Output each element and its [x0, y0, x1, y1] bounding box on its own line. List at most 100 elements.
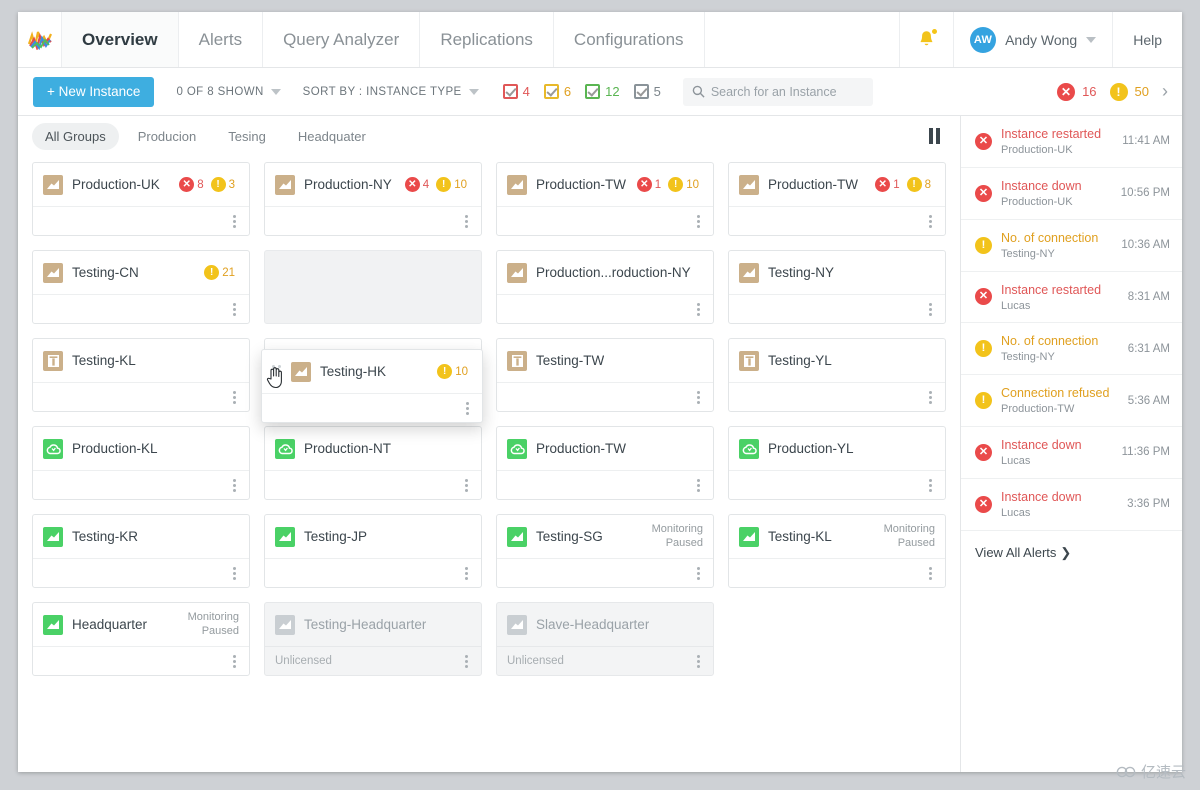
search-box [682, 77, 873, 106]
filter-offline[interactable]: 5 [633, 84, 661, 99]
sort-by-dropdown[interactable]: SORT BY : INSTANCE TYPE [303, 86, 479, 98]
instance-card[interactable]: Testing-YL [728, 338, 946, 412]
card-menu-icon[interactable] [926, 300, 935, 319]
nav-tab-label: Replications [440, 29, 533, 49]
notifications-button[interactable] [900, 12, 955, 67]
nav-tab-alerts[interactable]: Alerts [179, 12, 264, 67]
instance-card[interactable]: Production-TW ✕ 1! 10 [496, 162, 714, 236]
instance-type-icon [507, 262, 527, 283]
group-tab-headquater[interactable]: Headquater [285, 123, 379, 150]
pause-icon[interactable] [923, 124, 946, 148]
group-tab-all-groups[interactable]: All Groups [32, 122, 119, 150]
card-menu-icon[interactable] [462, 476, 471, 495]
nav-tab-label: Alerts [198, 29, 243, 49]
filter-critical[interactable]: 4 [502, 84, 530, 99]
shown-count-label: 0 OF 8 SHOWN [176, 85, 264, 98]
instance-card[interactable]: Testing-Headquarter Unlicensed [264, 602, 482, 676]
group-tab-label: All Groups [45, 128, 106, 144]
search-input[interactable] [682, 77, 873, 106]
card-menu-icon[interactable] [694, 476, 703, 495]
filter-ok[interactable]: 12 [585, 84, 620, 99]
instance-card[interactable]: Production-TW ✕ 1! 8 [728, 162, 946, 236]
instance-name: Production-YL [768, 441, 854, 456]
card-menu-icon[interactable] [462, 652, 471, 671]
card-menu-icon[interactable] [230, 564, 239, 583]
instance-name: Production-UK [72, 177, 160, 192]
instance-card[interactable]: Testing-KL Monitoring Paused [728, 514, 946, 588]
alerts-panel: ✕ Instance restarted Production-UK 11:41 AM… [960, 116, 1182, 772]
instance-card[interactable]: Production-UK ✕ 8! 3 [32, 162, 250, 236]
top-navigation-bar: Overview Alerts Query Analyzer Replicati… [18, 12, 1182, 68]
help-button[interactable]: Help [1113, 12, 1182, 67]
instance-card[interactable]: Slave-Headquarter Unlicensed [496, 602, 714, 676]
card-menu-icon[interactable] [926, 476, 935, 495]
instance-card[interactable]: Testing-SG Monitoring Paused [496, 514, 714, 588]
card-menu-icon[interactable] [694, 300, 703, 319]
instance-type-icon [507, 526, 527, 547]
alert-row[interactable]: ! Connection refused Production-TW 5:36 AM [961, 375, 1182, 428]
nav-tab-replications[interactable]: Replications [420, 12, 554, 67]
card-menu-icon[interactable] [230, 212, 239, 231]
instance-card[interactable]: Testing-TW [496, 338, 714, 412]
app-logo[interactable] [18, 12, 62, 67]
card-menu-icon[interactable] [694, 564, 703, 583]
new-instance-button[interactable]: + New Instance [33, 76, 155, 107]
alert-row[interactable]: ✕ Instance down Lucas 3:36 PM [961, 479, 1182, 531]
group-tab-producion[interactable]: Producion [125, 123, 210, 150]
instance-card[interactable]: Testing-KR [32, 514, 250, 588]
instance-card[interactable]: Testing-NY [728, 250, 946, 324]
instance-card[interactable]: Production-YL [728, 426, 946, 500]
card-menu-icon[interactable] [694, 388, 703, 407]
card-menu-icon[interactable] [926, 212, 935, 231]
card-menu-icon[interactable] [462, 564, 471, 583]
alert-row[interactable]: ✕ Instance down Lucas 11:36 PM [961, 427, 1182, 479]
shown-count-dropdown[interactable]: 0 OF 8 SHOWN [176, 85, 281, 98]
card-menu-icon[interactable] [926, 564, 935, 583]
nav-tab-label: Overview [82, 29, 158, 49]
instance-card[interactable]: Production...roduction-NY [496, 250, 714, 324]
card-menu-icon[interactable] [230, 652, 239, 671]
alert-row[interactable]: ✕ Instance restarted Production-UK 11:41 AM [961, 116, 1182, 168]
card-footer [262, 394, 482, 422]
instance-card[interactable]: Headquarter Monitoring Paused [32, 602, 250, 676]
instance-name: Production-TW [768, 177, 859, 192]
expand-panel-button[interactable]: › [1162, 81, 1168, 102]
card-menu-icon[interactable] [694, 212, 703, 231]
alert-row[interactable]: ! No. of connection Testing-NY 10:36 AM [961, 220, 1182, 272]
instance-type-icon [275, 438, 295, 459]
alert-time: 10:56 PM [1120, 187, 1170, 200]
alert-row[interactable]: ! No. of connection Testing-NY 6:31 AM [961, 323, 1182, 376]
user-menu[interactable]: AW Andy Wong [954, 12, 1114, 67]
instance-card[interactable]: Production-TW [496, 426, 714, 500]
nav-tab-label: Configurations [573, 29, 684, 49]
card-menu-icon[interactable] [230, 388, 239, 407]
nav-tab-overview[interactable]: Overview [62, 12, 179, 67]
card-menu-icon[interactable] [926, 388, 935, 407]
card-menu-icon[interactable] [694, 652, 703, 671]
group-tab-tesing[interactable]: Tesing [215, 123, 279, 150]
error-icon: ✕ [875, 177, 891, 192]
instance-name: Slave-Headquarter [536, 617, 650, 632]
error-icon: ✕ [636, 177, 652, 192]
card-header: Production-TW ✕ 1! 10 [497, 163, 713, 207]
instance-card[interactable]: Production-NY ✕ 4! 10 [264, 162, 482, 236]
drag-handle-icon[interactable] [272, 365, 281, 378]
instance-stats: ! 21 [204, 265, 239, 280]
instance-card[interactable]: Testing-KL [32, 338, 250, 412]
nav-tab-query-analyzer[interactable]: Query Analyzer [263, 12, 421, 67]
instance-card[interactable]: Production-NT [264, 426, 482, 500]
instance-card[interactable]: Testing-JP [264, 514, 482, 588]
view-all-alerts-link[interactable]: View All Alerts ❯ [961, 531, 1182, 575]
card-menu-icon[interactable] [230, 300, 239, 319]
instance-name: Production-NY [304, 177, 392, 192]
filter-warning[interactable]: 6 [543, 84, 571, 99]
alert-row[interactable]: ✕ Instance restarted Lucas 8:31 AM [961, 272, 1182, 324]
instance-card[interactable]: Testing-CN! 21 [32, 250, 250, 324]
card-menu-icon[interactable] [463, 399, 472, 418]
alert-row[interactable]: ✕ Instance down Production-UK 10:56 PM [961, 168, 1182, 220]
card-menu-icon[interactable] [462, 212, 471, 231]
nav-tab-configurations[interactable]: Configurations [554, 12, 705, 67]
card-menu-icon[interactable] [230, 476, 239, 495]
dragged-instance-card[interactable]: Testing-HK ! 10 [261, 349, 483, 423]
instance-card[interactable]: Production-KL [32, 426, 250, 500]
